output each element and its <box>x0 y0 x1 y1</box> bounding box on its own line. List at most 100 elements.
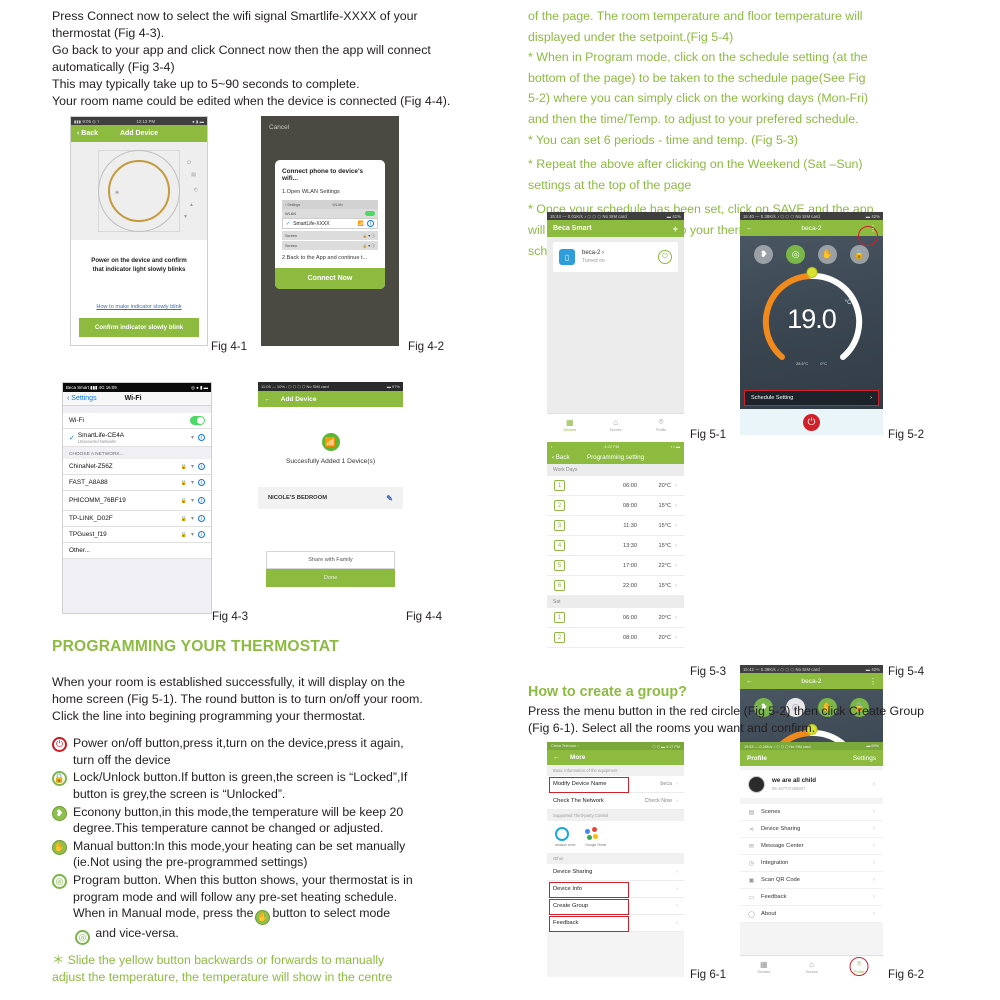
row-device-sharing[interactable]: Device Sharing › <box>547 864 684 881</box>
other-network-row-1[interactable]: Screen 🔒 ▾ ⓘ <box>282 231 378 240</box>
brand-alexa[interactable]: amazon echo <box>555 827 575 847</box>
overflow-menu-button[interactable]: ⋮ <box>869 677 877 686</box>
setpoint-temperature: 19.0 <box>787 304 837 334</box>
confirm-button[interactable]: Confirm indicator slowly blink <box>79 318 199 337</box>
legend-manual-line-1: Manual button:In this mode,your heating … <box>73 838 406 853</box>
info-icon[interactable]: i <box>198 479 205 486</box>
program-mode-button[interactable]: ◎ <box>786 245 806 264</box>
overflow-menu-button[interactable]: ⋮ <box>869 224 877 233</box>
schedule-row[interactable]: 1 06:00 20°C › <box>547 608 684 628</box>
status-left: 19:53 — 0.28K/s ♪ ⬡ ⬡ ⬡ No SIM card <box>744 744 811 749</box>
menu-row-integration[interactable]: ◷ Integration › <box>740 855 883 872</box>
back-arrow-icon[interactable]: ← <box>553 754 560 761</box>
user-profile-row[interactable]: we are all child 86-18773*288507 › <box>740 770 883 798</box>
help-link[interactable]: How to make indicator slowly blink <box>71 304 207 310</box>
connect-now-button[interactable]: Connect Now <box>275 268 385 289</box>
network-row[interactable]: TPGuest_f19 🔒 ▾ i <box>63 527 211 543</box>
period-time: 17:00 <box>623 562 637 569</box>
button-legend-list: ⏻ Power on/off button,press it,turn on t… <box>52 735 502 946</box>
row-device-info[interactable]: Device Info › <box>547 881 684 898</box>
other-network-row-2[interactable]: Screen 🔒 ▾ ⓘ <box>282 241 378 250</box>
caption-fig-4-1: Fig 4-1 <box>211 340 248 353</box>
info-icon[interactable]: i <box>198 463 205 470</box>
chevron-right-icon: › <box>873 894 875 900</box>
caption-fig-5-1: Fig 5-1 <box>690 428 727 441</box>
schedule-row[interactable]: 1 06:00 20°C › <box>547 476 684 496</box>
wifi-toggle-row[interactable]: Wi-Fi <box>63 413 211 429</box>
add-device-button[interactable]: + <box>673 224 678 234</box>
menu-row-scenes[interactable]: ▤ Scenes › <box>740 804 883 821</box>
edit-pencil-icon[interactable]: ✎ <box>386 494 393 503</box>
tab-profile[interactable]: ⌾ Profile <box>835 956 883 977</box>
schedule-setting-row[interactable]: Schedule Setting › <box>744 390 879 406</box>
manual-mode-button[interactable]: ✋ <box>817 245 837 264</box>
choose-network-header: CHOOSE A NETWORK... <box>69 452 124 457</box>
wifi-toggle[interactable] <box>190 416 205 425</box>
tab-devices[interactable]: ▦ Devices <box>547 414 593 435</box>
menu-label: About <box>761 911 777 917</box>
menu-row-device-sharing[interactable]: ⋖ Device Sharing › <box>740 821 883 838</box>
room-temperature: 28.5°C <box>796 361 809 366</box>
settings-button[interactable]: Settings <box>853 755 876 762</box>
info-icon[interactable]: i <box>367 220 374 227</box>
wifi-icon: ▾ <box>190 516 194 522</box>
tab-scenes[interactable]: ⌂ Scenes <box>788 956 836 977</box>
back-arrow-icon[interactable]: ← <box>264 396 271 403</box>
power-button[interactable]: ⏻ <box>803 413 820 431</box>
schedule-row[interactable]: 6 22:00 15°C › <box>547 576 684 596</box>
caption-fig-6-1: Fig 6-1 <box>690 968 727 981</box>
network-row-other[interactable]: Other... <box>63 543 211 559</box>
home-icon: ⌂ <box>809 959 814 969</box>
room-name-row[interactable]: NICOLE'S BEDROOM ✎ <box>258 487 403 509</box>
schedule-row[interactable]: 4 13:30 15°C › <box>547 536 684 556</box>
profile-menu-list: ▤ Scenes › ⋖ Device Sharing › ✉ Message … <box>740 804 883 923</box>
device-list-item[interactable]: ▯ beca-2 › Turned on ⏻ <box>553 242 678 272</box>
network-row[interactable]: FAST_A8A88 🔒 ▾ i <box>63 475 211 491</box>
menu-row-message-center[interactable]: ✉ Message Center › <box>740 838 883 855</box>
economy-mode-button[interactable]: ❥ <box>754 245 774 264</box>
back-button[interactable]: ‹ Back <box>77 130 98 137</box>
row-check-network[interactable]: Check The Network Check Now › <box>547 793 684 810</box>
schedule-row[interactable]: 3 11:30 15°C › <box>547 516 684 536</box>
temperature-dial[interactable]: 19.0 °C 28.5°C 0°C <box>760 267 864 374</box>
row-feedback[interactable]: Feedback › <box>547 915 684 932</box>
chevron-right-icon: › <box>675 614 677 621</box>
info-icon[interactable]: i <box>198 497 205 504</box>
schedule-row[interactable]: 2 08:00 15°C › <box>547 496 684 516</box>
power-footer: ⏻ <box>740 409 883 435</box>
network-row[interactable]: ChinaNet-Z56Z 🔒 ▾ i <box>63 459 211 475</box>
tab-scenes[interactable]: ⌂ Scenes <box>593 414 639 435</box>
selected-network-row[interactable]: ✓ SmartLife-XXXX 📶 i <box>282 218 378 229</box>
menu-row-feedback[interactable]: ▭ Feedback › <box>740 889 883 906</box>
menu-row-about[interactable]: ◯ About › <box>740 906 883 923</box>
period-number: 1 <box>554 480 565 491</box>
lock-button[interactable]: 🔒 <box>849 245 869 264</box>
connected-network-row[interactable]: ✓ SmartLife-CE4A Unsecured Network ▾ i <box>63 429 211 447</box>
info-icon[interactable]: i <box>198 515 205 522</box>
row-create-group[interactable]: Create Group › <box>547 898 684 915</box>
info-icon[interactable]: i <box>198 434 205 441</box>
brand-google-home[interactable]: Google Home <box>585 827 606 847</box>
temperature-knob[interactable] <box>806 267 817 278</box>
tab-devices[interactable]: ▦ Devices <box>740 956 788 977</box>
wlan-toggle[interactable] <box>365 211 375 216</box>
menu-row-scan-qr[interactable]: ▣ Scan QR Code › <box>740 872 883 889</box>
thermostat-icon: ▯ <box>559 249 575 265</box>
intro-line-5: This may typically take up to 5~90 secon… <box>52 77 360 92</box>
schedule-row[interactable]: 2 08:00 20°C › <box>547 628 684 648</box>
brand-label: Google Home <box>585 843 607 847</box>
wlan-preview-header: ‹ Settings WLAN <box>282 200 378 209</box>
done-button[interactable]: Done <box>266 569 395 587</box>
tab-profile[interactable]: ⌾ Profile <box>638 414 684 435</box>
schedule-row[interactable]: 5 17:00 22°C › <box>547 556 684 576</box>
power-toggle-button[interactable]: ⏻ <box>658 250 672 264</box>
row-modify-device-name[interactable]: Modify Device Name beca › <box>547 776 684 793</box>
cancel-button[interactable]: Cancel <box>261 116 399 131</box>
network-row[interactable]: TP-LINK_D02F 🔒 ▾ i <box>63 511 211 527</box>
figure-6-1-screenshot: China Telecom ▫ ⬡ ⬡ ▬ 4:17 PM ← More Bas… <box>547 742 684 977</box>
info-icon[interactable]: i <box>198 531 205 538</box>
settings-back-button[interactable]: ‹ Settings <box>67 395 97 402</box>
network-row[interactable]: PHICOMM_76BF19 🔒 ▾ i <box>63 491 211 511</box>
check-icon: ✓ <box>69 434 75 442</box>
share-with-family-button[interactable]: Share with Family <box>266 551 395 569</box>
